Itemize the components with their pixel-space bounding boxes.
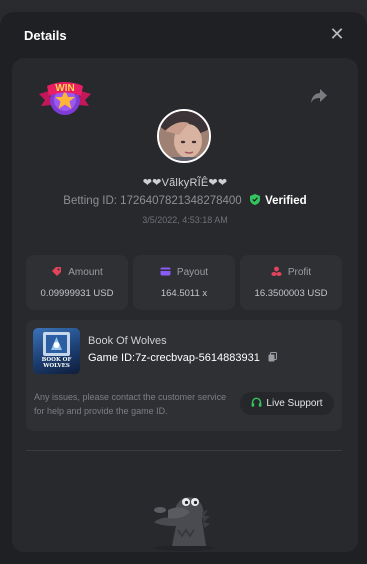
- live-support-button[interactable]: Live Support: [240, 392, 334, 415]
- coins-icon: [271, 266, 282, 276]
- card-icon: [160, 267, 171, 276]
- game-id: Game ID:7z-crecbvap-5614883931: [88, 352, 260, 364]
- stat-amount: Amount 0.09999931 USD: [26, 255, 128, 310]
- details-modal: Details ✕ WIN ❤❤VãlkyRĨÊ❤❤ Betting ID: 1…: [0, 12, 367, 564]
- modal-title: Details: [24, 28, 67, 43]
- stats-row: Amount 0.09999931 USD Payout 164.5011 x: [26, 255, 342, 310]
- stat-profit: Profit 16.3500003 USD: [240, 255, 342, 310]
- avatar-photo: [159, 111, 209, 161]
- live-support-label: Live Support: [266, 398, 323, 409]
- modal-header: Details ✕: [0, 12, 367, 58]
- user-avatar: [157, 109, 211, 163]
- support-note: Any issues, please contact the customer …: [34, 392, 227, 416]
- game-thumbnail[interactable]: BOOK OF WOLVES: [33, 328, 80, 374]
- stat-value: 16.3500003 USD: [254, 288, 328, 299]
- headset-icon: [252, 397, 262, 407]
- bet-details-card: WIN ❤❤VãlkyRĨÊ❤❤ Betting ID: 17264078213…: [12, 58, 358, 552]
- stat-payout: Payout 164.5011 x: [133, 255, 235, 310]
- dollar-tag-icon: [52, 267, 62, 276]
- stat-value: 0.09999931 USD: [40, 288, 114, 299]
- game-id-row: Game ID:7z-crecbvap-5614883931: [88, 352, 277, 364]
- stat-label: Payout: [176, 267, 209, 278]
- stat-label: Amount: [68, 267, 103, 278]
- game-info-panel: BOOK OF WOLVES Book Of Wolves Game ID:7z…: [26, 320, 342, 431]
- stat-label: Profit: [287, 267, 312, 278]
- share-icon[interactable]: [310, 88, 328, 104]
- divider: [26, 450, 342, 451]
- win-badge-text: WIN: [55, 83, 74, 94]
- verified-shield-icon: [249, 194, 260, 205]
- win-badge-icon: WIN: [39, 82, 91, 115]
- game-thumbnail-title: BOOK OF WOLVES: [41, 357, 72, 369]
- game-name: Book Of Wolves: [88, 335, 167, 347]
- betting-id: Betting ID: 1726407821348278400: [63, 195, 242, 207]
- stat-value: 164.5011 x: [160, 288, 208, 299]
- verified-label: Verified: [265, 195, 307, 207]
- betting-id-row: Betting ID: 1726407821348278400 Verified: [12, 194, 358, 207]
- copy-icon[interactable]: [268, 352, 277, 362]
- close-icon[interactable]: ✕: [329, 25, 345, 43]
- username: ❤❤VãlkyRĨÊ❤❤: [142, 177, 228, 189]
- bet-date: 3/5/2022, 4:53:18 AM: [142, 215, 228, 225]
- crocodile-mascot-icon: [154, 497, 214, 551]
